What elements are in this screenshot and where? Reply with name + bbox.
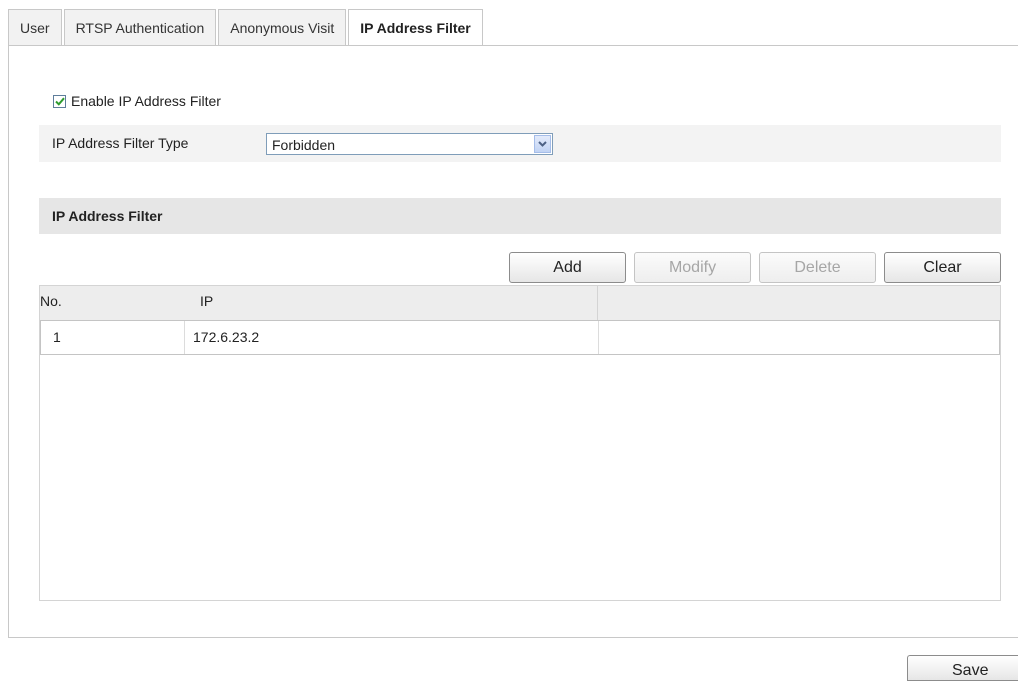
dropdown-arrow-button[interactable] [534,135,551,153]
filter-type-select[interactable]: Forbidden [266,133,553,155]
cell-no: 1 [53,329,61,345]
tab-ip-address-filter[interactable]: IP Address Filter [348,9,483,46]
clear-button[interactable]: Clear [884,252,1001,283]
header-divider [597,286,598,320]
table-row[interactable]: 1 172.6.23.2 [40,320,1000,355]
save-button[interactable]: Save [907,655,1018,681]
enable-filter-row: Enable IP Address Filter [53,92,221,110]
section-title: IP Address Filter [52,208,163,224]
cell-ip: 172.6.23.2 [193,329,260,345]
column-header-ip: IP [200,293,214,309]
chevron-down-icon [538,141,547,147]
enable-filter-checkbox[interactable] [53,94,66,108]
enable-filter-label: Enable IP Address Filter [71,93,221,109]
row-divider [598,321,599,354]
ip-filter-table: No. IP 1 172.6.23.2 [39,285,1001,601]
filter-type-label: IP Address Filter Type [52,135,189,151]
tab-anonymous-visit[interactable]: Anonymous Visit [218,9,347,45]
add-button[interactable]: Add [509,252,626,283]
tab-bar: User RTSP Authentication Anonymous Visit… [8,9,485,46]
ip-filter-section-header: IP Address Filter [39,198,1001,234]
table-header: No. IP [40,286,1000,320]
tab-user[interactable]: User [8,9,62,45]
modify-button[interactable]: Modify [634,252,751,283]
filter-type-value: Forbidden [272,137,336,153]
filter-type-row: IP Address Filter Type Forbidden [39,125,1001,162]
checkmark-icon [54,97,65,106]
row-divider [184,321,185,354]
delete-button[interactable]: Delete [759,252,876,283]
tab-rtsp-authentication[interactable]: RTSP Authentication [63,9,217,45]
column-header-no: No. [40,293,62,309]
